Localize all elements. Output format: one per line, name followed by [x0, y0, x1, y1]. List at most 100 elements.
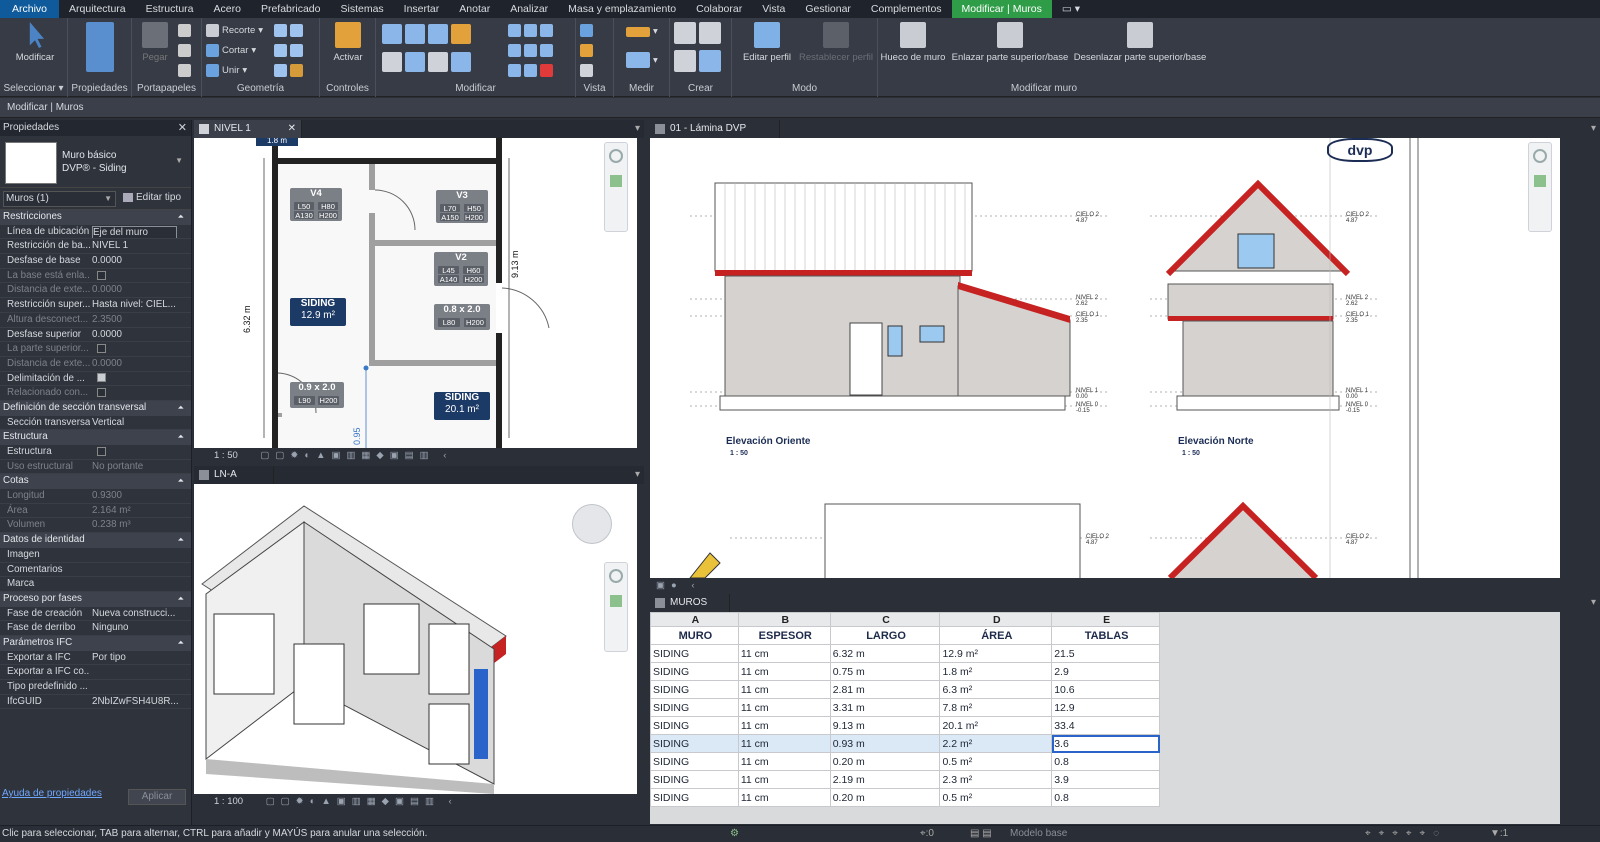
table-cell[interactable]: 2.2 m² [939, 734, 1053, 753]
editable-count[interactable]: ⌖:0 [920, 826, 934, 842]
table-cell[interactable]: SIDING [650, 716, 739, 735]
table-row[interactable]: SIDING 11 cm 0.75 m 1.8 m² 2.9 [650, 662, 1160, 681]
checkbox[interactable] [97, 446, 106, 456]
table-cell[interactable]: 0.75 m [829, 662, 941, 681]
cut-geometry-button[interactable]: Cortar ▾ [206, 44, 256, 57]
table-cell[interactable]: 33.4 [1051, 716, 1160, 735]
section-ifc[interactable]: Parámetros IFC ⏶ [0, 635, 191, 651]
geom-tool-1[interactable] [274, 24, 303, 37]
menu-item[interactable]: Estructura [136, 0, 204, 18]
menu-item[interactable]: Complementos [861, 0, 952, 18]
table-cell[interactable]: SIDING [650, 680, 739, 699]
view-menu-icon[interactable]: ▾ [1591, 594, 1596, 612]
column-letter[interactable]: C [829, 612, 941, 627]
section-cotas[interactable]: Cotas ⏶ [0, 474, 191, 490]
table-cell[interactable]: 3.9 [1051, 770, 1160, 789]
viewcube-icon[interactable] [572, 504, 612, 544]
base-constraint-field[interactable]: NIVEL 1 [90, 239, 191, 253]
menu-item[interactable]: Insertar [394, 0, 450, 18]
create-tools[interactable] [674, 22, 721, 44]
table-row[interactable]: SIDING 11 cm 3.31 m 7.8 m² 12.9 [650, 698, 1160, 717]
table-cell[interactable]: 12.9 [1051, 698, 1160, 717]
tab-nivel-1[interactable]: NIVEL 1 ✕ [194, 120, 302, 138]
table-cell[interactable]: 6.32 m [829, 644, 941, 663]
view-control-icons[interactable]: ▢▢✹◐▲▣▥▦◆▣▤▥ ‹ [260, 450, 452, 461]
table-cell[interactable]: SIDING [650, 734, 739, 753]
wheel-icon[interactable] [1533, 149, 1547, 163]
wheel-icon[interactable] [609, 149, 623, 163]
join-button[interactable]: Unir ▾ [206, 64, 247, 77]
menu-item[interactable]: Vista [752, 0, 795, 18]
reset-profile-button[interactable]: Restablecer perfil [796, 22, 876, 63]
menu-item[interactable]: Prefabricado [251, 0, 331, 18]
column-letter[interactable]: D [939, 612, 1053, 627]
table-cell[interactable]: 11 cm [737, 716, 831, 735]
column-letter[interactable]: E [1051, 612, 1160, 627]
table-cell[interactable]: 2.9 [1051, 662, 1160, 681]
table-cell[interactable]: SIDING [650, 770, 739, 789]
attach-top-base-button[interactable]: Enlazar parte superior/base [950, 22, 1070, 63]
cope-button[interactable]: Recorte ▾ [206, 24, 263, 37]
table-cell[interactable]: 0.8 [1051, 752, 1160, 771]
view-control-icons[interactable]: ▢▢✹◐▲▣▥▦◆▣▤▥ ‹ [266, 796, 458, 807]
walls-schedule[interactable]: A B C D E MURO ESPESOR LARGO ÁREA TABLAS… [650, 612, 1160, 807]
table-cell[interactable]: 10.6 [1051, 680, 1160, 699]
column-header[interactable]: LARGO [829, 626, 941, 645]
table-cell[interactable]: 0.5 m² [939, 788, 1053, 807]
menu-item[interactable]: Colaborar [686, 0, 752, 18]
location-line-field[interactable]: Eje del muro [90, 225, 191, 239]
column-header[interactable]: ESPESOR [737, 626, 831, 645]
table-cell[interactable]: SIDING [650, 662, 739, 681]
navigation-bar[interactable] [604, 562, 628, 652]
table-cell[interactable]: 2.19 m [829, 770, 941, 789]
zoom-icon[interactable] [1534, 175, 1546, 187]
menu-item[interactable]: Analizar [500, 0, 558, 18]
edit-type-button[interactable]: Editar tipo [123, 192, 181, 203]
table-cell[interactable]: SIDING [650, 644, 739, 663]
table-cell[interactable]: 0.8 [1051, 788, 1160, 807]
comments-field[interactable] [90, 563, 191, 577]
table-cell[interactable]: 20.1 m² [939, 716, 1053, 735]
table-row[interactable]: SIDING 11 cm 6.32 m 12.9 m² 21.5 [650, 644, 1160, 663]
table-cell[interactable]: 12.9 m² [939, 644, 1053, 663]
selection-filter[interactable]: Muros (1) ▼ [3, 191, 116, 207]
table-row[interactable]: SIDING 11 cm 0.20 m 0.5 m² 0.8 [650, 752, 1160, 771]
mark-field[interactable] [90, 577, 191, 591]
phase-demolished-field[interactable]: Ninguno [90, 621, 191, 635]
zoom-icon[interactable] [610, 175, 622, 187]
table-cell[interactable]: SIDING [650, 788, 739, 807]
filter-count[interactable]: ▼:1 [1490, 826, 1508, 842]
top-offset-field[interactable]: 0.0000 [90, 328, 191, 342]
model-selector[interactable]: Modelo base [1010, 826, 1067, 842]
schedule-scrollbar[interactable] [1560, 612, 1570, 824]
checkbox[interactable] [97, 344, 106, 354]
export-ifc-as-field[interactable] [90, 665, 191, 679]
view-control-icons[interactable]: ▣● ‹ [656, 580, 701, 591]
table-cell[interactable]: 0.5 m² [939, 752, 1053, 771]
table-cell[interactable]: 11 cm [737, 752, 831, 771]
table-cell[interactable]: 0.20 m [829, 752, 941, 771]
table-cell[interactable]: 21.5 [1051, 644, 1160, 663]
section-fases[interactable]: Proceso por fases ⏶ [0, 591, 191, 607]
table-cell[interactable]: 0.20 m [829, 788, 941, 807]
detach-top-base-button[interactable]: Desenlazar parte superior/base [1072, 22, 1208, 63]
sheet-view-canvas[interactable]: dvp Elevación Oriente 1 : 50 Elevación N… [650, 138, 1560, 578]
checkbox-checked[interactable] [97, 373, 106, 383]
section-restricciones[interactable]: Restricciones ⏶ [0, 210, 191, 225]
menu-item[interactable]: Sistemas [330, 0, 393, 18]
view-menu-icon[interactable]: ▾ [635, 466, 640, 484]
table-cell[interactable]: 11 cm [737, 644, 831, 663]
table-cell[interactable]: SIDING [650, 698, 739, 717]
table-cell[interactable]: 6.3 m² [939, 680, 1053, 699]
table-cell[interactable]: 11 cm [737, 770, 831, 789]
model-icons[interactable]: ▤ ▤ [970, 826, 992, 842]
ifc-guid-field[interactable]: 2NbIZwFSH4U8R... [90, 695, 191, 709]
table-row[interactable]: SIDING 11 cm 2.81 m 6.3 m² 10.6 [650, 680, 1160, 699]
plan-view-canvas[interactable]: 1.8 m 6.32 m 9.13 m 0.95 V4 L50 H80 A130… [194, 138, 637, 448]
column-letter[interactable]: A [650, 612, 739, 627]
column-letter[interactable]: B [737, 612, 831, 627]
tab-muros[interactable]: MUROS [650, 594, 730, 612]
checkbox[interactable] [97, 270, 106, 280]
cross-section-field[interactable]: Vertical [90, 416, 191, 430]
iso-scale[interactable]: 1 : 100 [214, 796, 243, 807]
